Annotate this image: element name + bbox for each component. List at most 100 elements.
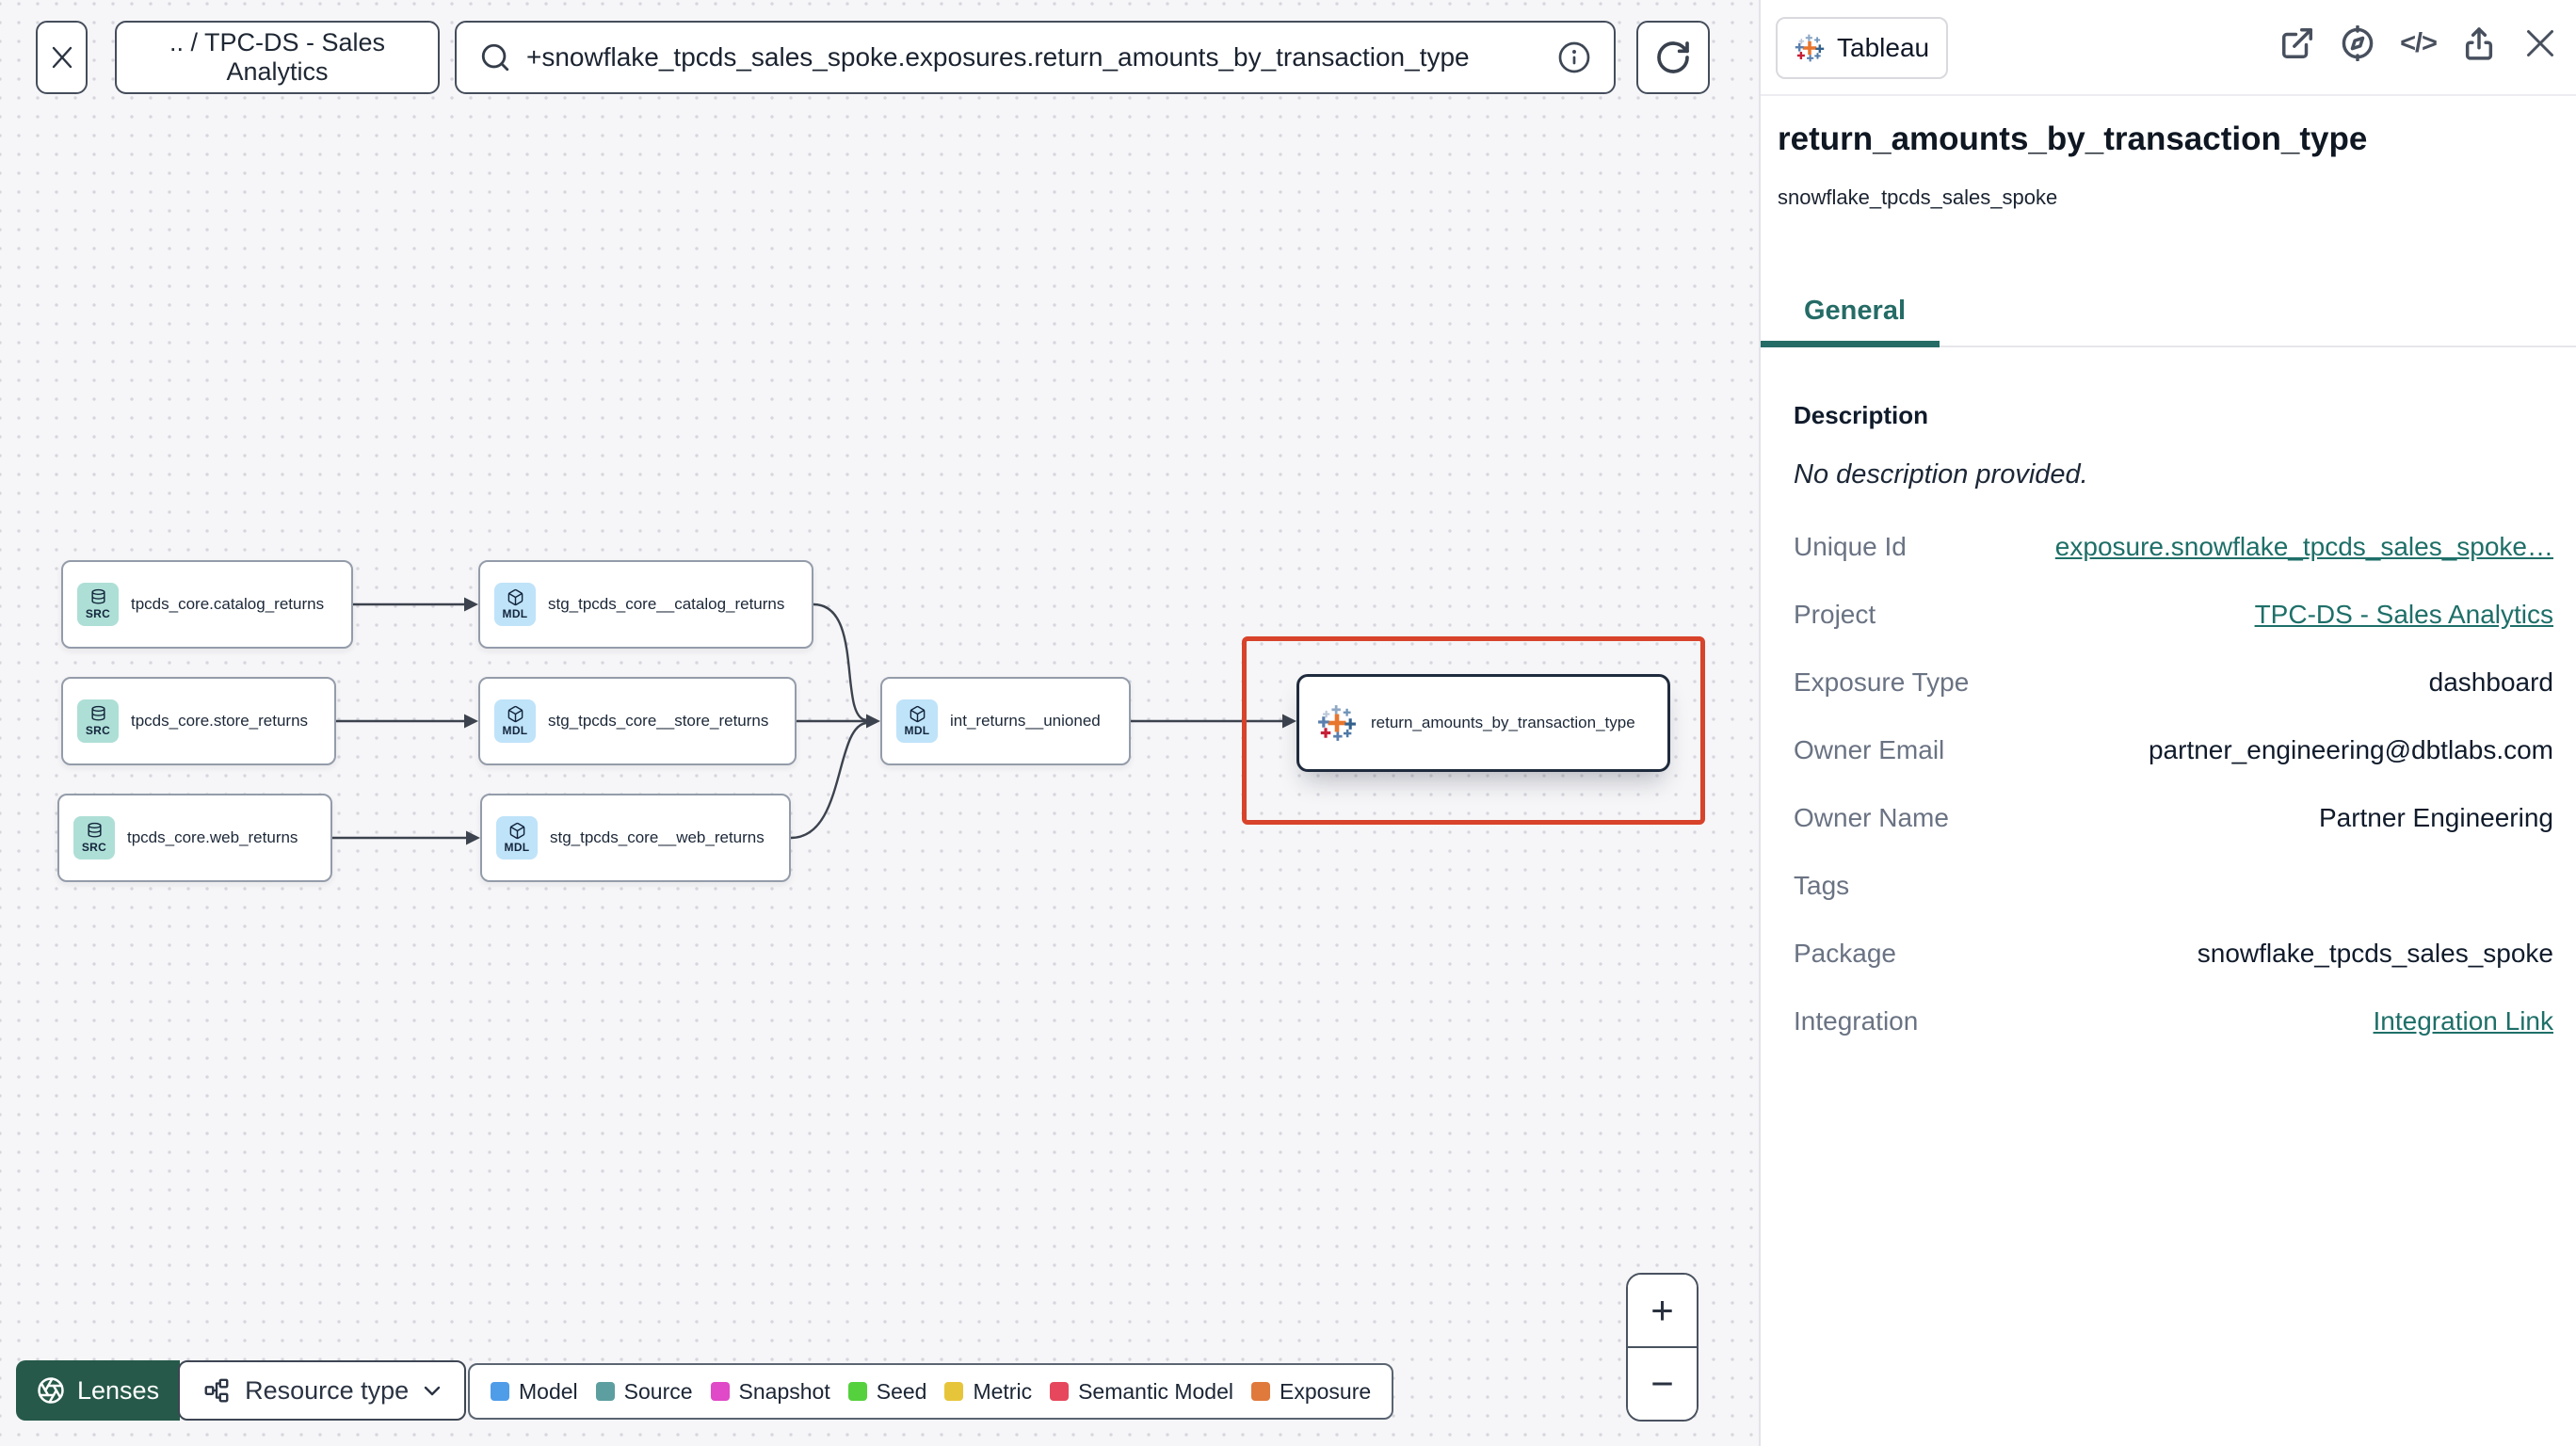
badge-label: MDL	[904, 724, 930, 737]
explore-button[interactable]	[2340, 25, 2375, 61]
node-label: stg_tpcds_core__store_returns	[548, 712, 769, 730]
refresh-icon	[1657, 41, 1689, 73]
view-code-button[interactable]: </>	[2400, 28, 2438, 59]
tab-general[interactable]: General	[1804, 296, 1906, 327]
node-label: tpcds_core.web_returns	[127, 828, 298, 846]
field-row-owner-name: Owner Name Partner Engineering	[1794, 803, 2553, 832]
model-badge: MDL	[896, 699, 938, 743]
graph-node-source-catalog-returns[interactable]: SRC tpcds_core.catalog_returns	[61, 560, 353, 649]
field-row-tags: Tags	[1794, 871, 1850, 900]
unique-id-link[interactable]: exposure.snowflake_tpcds_sales_spoke…	[2055, 532, 2553, 562]
integration-badge: Tableau	[1776, 17, 1949, 79]
close-lineage-button[interactable]	[36, 21, 88, 94]
resource-type-label: Resource type	[245, 1375, 410, 1405]
legend-swatch	[1251, 1382, 1270, 1401]
metadata-fields: Unique Id exposure.snowflake_tpcds_sales…	[1794, 513, 2553, 1055]
search-icon	[481, 43, 509, 72]
external-link-icon	[2282, 28, 2313, 58]
graph-node-model-int-returns-unioned[interactable]: MDL int_returns__unioned	[880, 677, 1131, 765]
project-link[interactable]: TPC-DS - Sales Analytics	[2255, 600, 2553, 630]
badge-label: SRC	[85, 724, 111, 737]
node-label: int_returns__unioned	[950, 712, 1101, 730]
breadcrumb-label: .. / TPC-DS - Sales Analytics	[169, 28, 386, 86]
legend-item-semantic-model: Semantic Model	[1050, 1379, 1233, 1405]
field-row-owner-email: Owner Email partner_engineering@dbtlabs.…	[1794, 735, 2553, 764]
description-heading: Description	[1794, 401, 1929, 429]
cube-icon	[507, 588, 524, 606]
search-bar[interactable]	[455, 21, 1616, 94]
resource-type-icon	[204, 1378, 229, 1403]
field-row-project: Project TPC-DS - Sales Analytics	[1794, 600, 2553, 630]
source-badge: SRC	[73, 816, 115, 860]
graph-node-source-web-returns[interactable]: SRC tpcds_core.web_returns	[57, 794, 332, 882]
details-panel: Tableau </> return_amounts_by_transactio…	[1759, 0, 2576, 1446]
node-label: tpcds_core.catalog_returns	[131, 595, 325, 613]
source-badge: SRC	[77, 583, 119, 626]
info-icon[interactable]	[1557, 40, 1591, 74]
refresh-button[interactable]	[1636, 21, 1710, 94]
owner-name-value: Partner Engineering	[2318, 803, 2553, 832]
open-external-button[interactable]	[2279, 25, 2315, 61]
field-row-exposure-type: Exposure Type dashboard	[1794, 667, 2553, 697]
package-value: snowflake_tpcds_sales_spoke	[2197, 939, 2553, 968]
description-text: No description provided.	[1794, 459, 2088, 490]
cube-icon	[508, 822, 526, 840]
badge-label: MDL	[504, 841, 530, 854]
close-icon	[52, 46, 72, 69]
model-badge: MDL	[494, 583, 536, 626]
zoom-out-button[interactable]: −	[1628, 1348, 1697, 1420]
zoom-controls: + −	[1626, 1273, 1699, 1422]
panel-header-divider	[1761, 94, 2576, 96]
page-title: return_amounts_by_transaction_type	[1778, 120, 2368, 157]
share-button[interactable]	[2461, 25, 2497, 61]
owner-email-value: partner_engineering@dbtlabs.com	[2148, 735, 2553, 764]
badge-label: MDL	[502, 724, 528, 737]
node-label: return_amounts_by_transaction_type	[1371, 714, 1635, 731]
graph-node-source-store-returns[interactable]: SRC tpcds_core.store_returns	[61, 677, 336, 765]
field-row-unique-id: Unique Id exposure.snowflake_tpcds_sales…	[1794, 532, 2553, 562]
integration-link[interactable]: Integration Link	[2374, 1006, 2553, 1036]
node-label: tpcds_core.store_returns	[131, 712, 309, 730]
badge-label: SRC	[81, 841, 107, 854]
graph-node-model-stg-store-returns[interactable]: MDL stg_tpcds_core__store_returns	[478, 677, 797, 765]
model-badge: MDL	[496, 816, 538, 860]
database-icon	[89, 588, 107, 606]
graph-node-exposure-selected[interactable]: return_amounts_by_transaction_type	[1296, 674, 1670, 772]
legend-swatch	[847, 1382, 867, 1401]
breadcrumb[interactable]: .. / TPC-DS - Sales Analytics	[115, 21, 440, 94]
resource-type-dropdown[interactable]: Resource type	[178, 1360, 467, 1421]
active-tab-indicator	[1761, 341, 1940, 347]
field-row-integration: Integration Integration Link	[1794, 1006, 2553, 1036]
legend-item-model: Model	[491, 1379, 578, 1405]
legend-swatch	[944, 1382, 964, 1401]
exposure-type-value: dashboard	[2428, 667, 2553, 697]
chevron-down-icon	[424, 1386, 441, 1395]
cube-icon	[507, 705, 524, 723]
field-row-package: Package snowflake_tpcds_sales_spoke	[1794, 939, 2553, 968]
graph-node-model-stg-catalog-returns[interactable]: MDL stg_tpcds_core__catalog_returns	[478, 560, 813, 649]
legend-item-source: Source	[595, 1379, 693, 1405]
aperture-icon	[38, 1377, 64, 1404]
legend-swatch	[710, 1382, 730, 1401]
badge-label: SRC	[85, 607, 111, 620]
source-badge: SRC	[77, 699, 119, 743]
package-subtitle: snowflake_tpcds_sales_spoke	[1778, 185, 2058, 209]
legend-swatch	[595, 1382, 615, 1401]
legend-swatch	[491, 1382, 509, 1401]
legend-item-metric: Metric	[944, 1379, 1032, 1405]
lenses-label: Lenses	[77, 1375, 160, 1405]
tableau-logo-icon	[1317, 703, 1357, 743]
cube-icon	[909, 705, 926, 723]
legend-item-seed: Seed	[847, 1379, 926, 1405]
legend-item-exposure: Exposure	[1251, 1379, 1371, 1405]
lenses-button[interactable]: Lenses	[16, 1360, 181, 1421]
node-label: stg_tpcds_core__web_returns	[550, 828, 765, 846]
lineage-canvas[interactable]: SRC tpcds_core.catalog_returns SRC tpcds…	[0, 0, 1759, 1446]
close-panel-button[interactable]	[2521, 24, 2559, 62]
resource-type-legend: Model Source Snapshot Seed Metric Semant…	[468, 1363, 1394, 1420]
database-icon	[89, 705, 107, 723]
node-label: stg_tpcds_core__catalog_returns	[548, 595, 785, 613]
search-input[interactable]	[526, 42, 1542, 72]
zoom-in-button[interactable]: +	[1628, 1275, 1697, 1346]
graph-node-model-stg-web-returns[interactable]: MDL stg_tpcds_core__web_returns	[480, 794, 791, 882]
